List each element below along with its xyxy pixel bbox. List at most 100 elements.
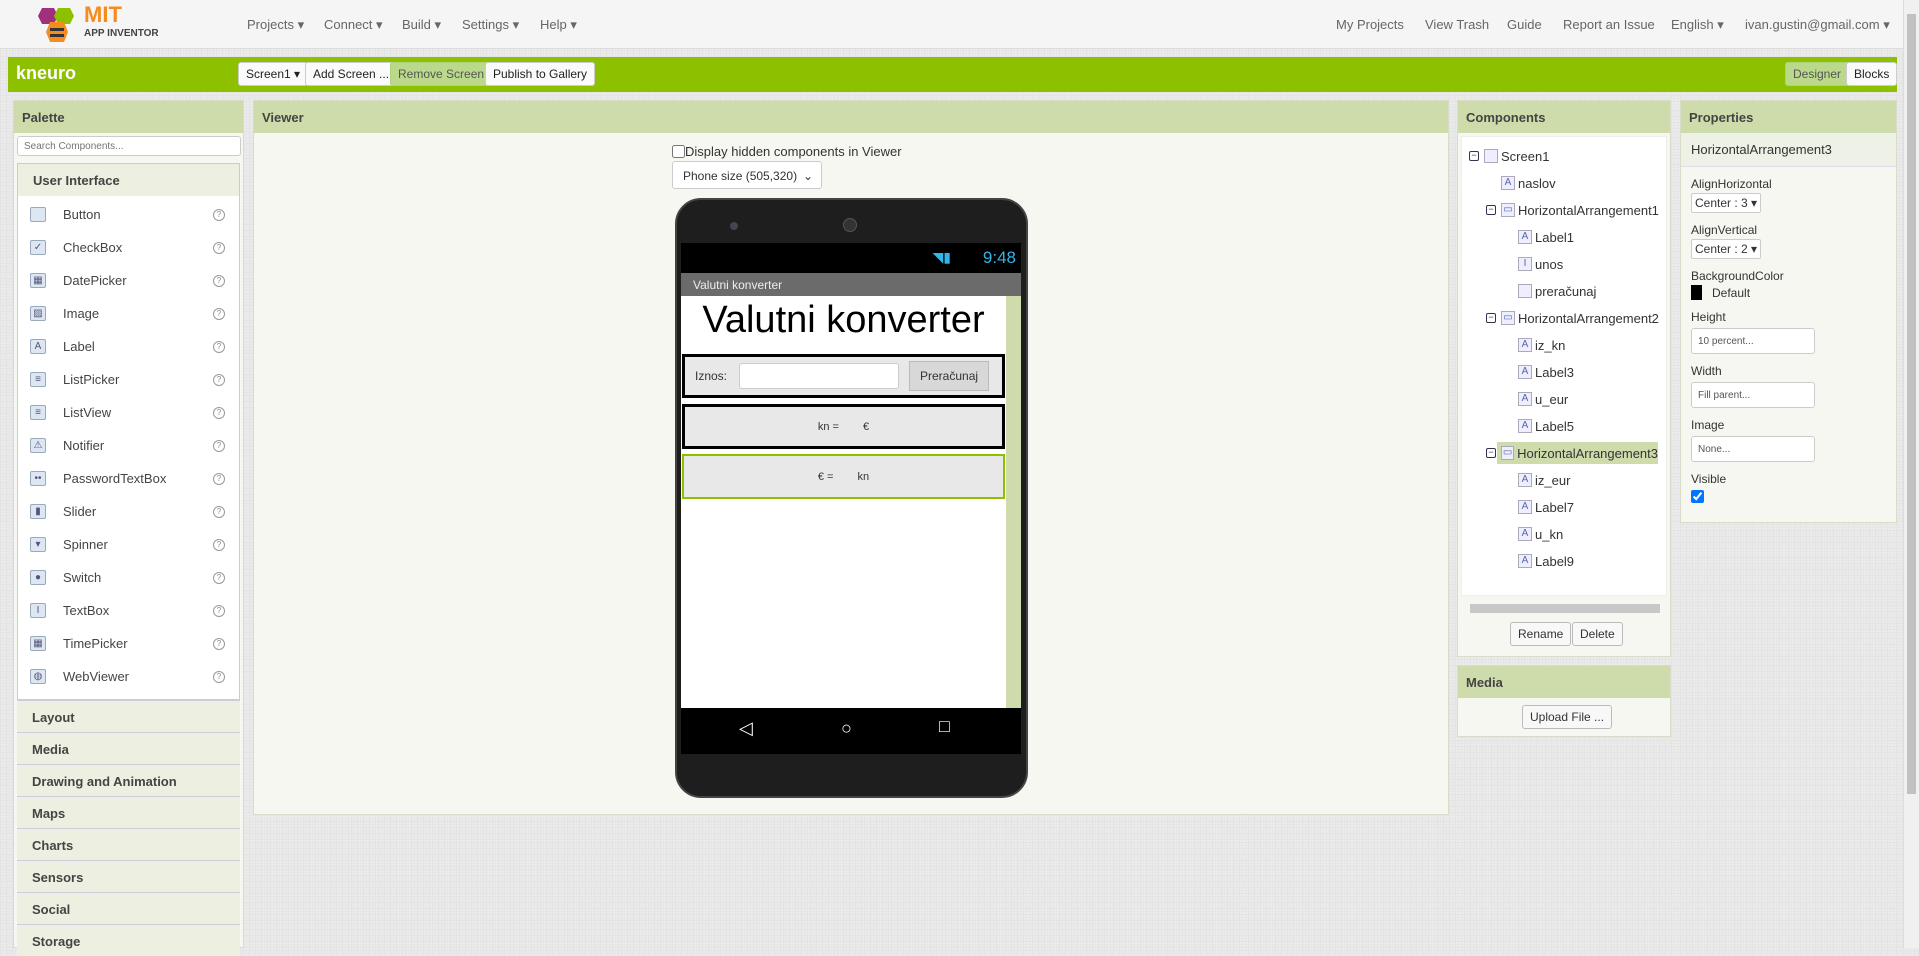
- phone-size-select[interactable]: Phone size (505,320) ⌄: [672, 161, 822, 189]
- tree-item-label3[interactable]: A Label3: [1518, 361, 1574, 383]
- palette-item-notifier[interactable]: ⚠ Notifier?: [18, 429, 239, 462]
- menu-settings[interactable]: Settings ▾: [462, 17, 519, 33]
- tree-item-u_kn[interactable]: Au_kn: [1518, 523, 1563, 545]
- help-icon[interactable]: ?: [213, 340, 225, 353]
- help-icon[interactable]: ?: [213, 307, 225, 320]
- horizontal-arrangement-3[interactable]: € = kn: [682, 454, 1005, 499]
- category-social[interactable]: Social: [17, 892, 240, 924]
- scrollbar-thumb[interactable]: [1907, 14, 1916, 794]
- category-storage[interactable]: Storage: [17, 924, 240, 956]
- remove-screen-button[interactable]: Remove Screen: [390, 62, 493, 86]
- designer-button[interactable]: Designer: [1785, 62, 1850, 86]
- rename-button[interactable]: Rename: [1510, 622, 1572, 646]
- help-icon[interactable]: ?: [213, 571, 225, 584]
- palette-item-listpicker[interactable]: ≡ ListPicker?: [18, 363, 239, 396]
- upload-file-button[interactable]: Upload File ...: [1522, 705, 1613, 729]
- image-input[interactable]: None...: [1691, 436, 1815, 462]
- palette-item-image[interactable]: ▨ Image?: [18, 297, 239, 330]
- tree-item-label7[interactable]: A Label7: [1518, 496, 1574, 518]
- tree-item-iz_kn[interactable]: Aiz_kn: [1518, 334, 1565, 356]
- home-icon[interactable]: ○: [841, 718, 852, 739]
- link-view-trash[interactable]: View Trash: [1425, 17, 1489, 32]
- delete-button[interactable]: Delete: [1572, 622, 1623, 646]
- palette-item-webviewer[interactable]: ◍ WebViewer?: [18, 660, 239, 693]
- display-hidden-checkbox[interactable]: [672, 145, 685, 158]
- unos-input[interactable]: [739, 363, 900, 389]
- tree-item-preračunaj[interactable]: preračunaj: [1518, 280, 1596, 302]
- palette-item-switch[interactable]: ● Switch?: [18, 561, 239, 594]
- palette-item-timepicker[interactable]: ▦ TimePicker?: [18, 627, 239, 660]
- palette-item-datepicker[interactable]: ▦ DatePicker?: [18, 264, 239, 297]
- category-media[interactable]: Media: [17, 732, 240, 764]
- menu-help[interactable]: Help ▾: [540, 17, 577, 33]
- help-icon[interactable]: ?: [213, 505, 225, 518]
- help-icon[interactable]: ?: [213, 241, 225, 254]
- menu-projects[interactable]: Projects ▾: [247, 17, 304, 33]
- horizontal-arrangement-2[interactable]: kn = €: [682, 404, 1005, 449]
- search-components-input[interactable]: [17, 136, 241, 156]
- palette-item-checkbox[interactable]: ✓ CheckBox?: [18, 231, 239, 264]
- category-sensors[interactable]: Sensors: [17, 860, 240, 892]
- palette-item-slider[interactable]: ▮ Slider?: [18, 495, 239, 528]
- tree-item-horizontalarrangement1[interactable]: ▭ HorizontalArrangement1: [1501, 199, 1659, 221]
- palette-item-label[interactable]: A Label?: [18, 330, 239, 363]
- publish-gallery-button[interactable]: Publish to Gallery: [485, 62, 596, 86]
- link-my-projects[interactable]: My Projects: [1336, 17, 1404, 32]
- horizontal-arrangement-1[interactable]: Iznos: Preračunaj: [682, 354, 1005, 398]
- palette-item-passwordtextbox[interactable]: •• PasswordTextBox?: [18, 462, 239, 495]
- collapse-toggle-icon[interactable]: −: [1469, 151, 1479, 161]
- align-horizontal-select[interactable]: Center : 3 ▾: [1691, 193, 1762, 213]
- help-icon[interactable]: ?: [213, 538, 225, 551]
- recents-icon[interactable]: □: [939, 716, 950, 737]
- tree-item-screen1[interactable]: Screen1: [1484, 145, 1549, 167]
- tree-item-unos[interactable]: Iunos: [1518, 253, 1563, 275]
- category-maps[interactable]: Maps: [17, 796, 240, 828]
- help-icon[interactable]: ?: [213, 604, 225, 617]
- collapse-toggle-icon[interactable]: −: [1486, 313, 1496, 323]
- link-guide[interactable]: Guide: [1507, 17, 1542, 32]
- display-hidden-toggle[interactable]: Display hidden components in Viewer: [672, 144, 902, 159]
- help-icon[interactable]: ?: [213, 406, 225, 419]
- collapse-toggle-icon[interactable]: −: [1486, 448, 1496, 458]
- screen-select[interactable]: Screen1 ▾: [238, 62, 309, 86]
- palette-item-textbox[interactable]: I TextBox?: [18, 594, 239, 627]
- tree-horizontal-scrollbar[interactable]: [1470, 604, 1660, 613]
- visible-checkbox[interactable]: [1691, 490, 1704, 503]
- help-icon[interactable]: ?: [213, 373, 225, 386]
- link-report-issue[interactable]: Report an Issue: [1563, 17, 1655, 32]
- palette-item-listview[interactable]: ≡ ListView?: [18, 396, 239, 429]
- tree-item-label5[interactable]: A Label5: [1518, 415, 1574, 437]
- help-icon[interactable]: ?: [213, 274, 225, 287]
- tree-item-u_eur[interactable]: Au_eur: [1518, 388, 1568, 410]
- collapse-toggle-icon[interactable]: −: [1486, 205, 1496, 215]
- menu-build[interactable]: Build ▾: [402, 17, 441, 33]
- preracunaj-button[interactable]: Preračunaj: [909, 361, 990, 391]
- tree-item-label1[interactable]: A Label1: [1518, 226, 1574, 248]
- help-icon[interactable]: ?: [213, 472, 225, 485]
- account-menu[interactable]: ivan.gustin@gmail.com ▾: [1745, 17, 1890, 33]
- category-user-interface[interactable]: User Interface: [18, 164, 239, 196]
- height-input[interactable]: 10 percent...: [1691, 328, 1815, 354]
- back-icon[interactable]: ◁: [739, 718, 753, 739]
- tree-item-naslov[interactable]: Anaslov: [1501, 172, 1556, 194]
- category-charts[interactable]: Charts: [17, 828, 240, 860]
- language-menu[interactable]: English ▾: [1671, 17, 1724, 33]
- tree-item-horizontalarrangement2[interactable]: ▭ HorizontalArrangement2: [1501, 307, 1659, 329]
- tree-item-horizontalarrangement3[interactable]: ▭ HorizontalArrangement3: [1497, 442, 1658, 464]
- menu-connect[interactable]: Connect ▾: [324, 17, 383, 33]
- help-icon[interactable]: ?: [213, 637, 225, 650]
- add-screen-button[interactable]: Add Screen ...: [305, 62, 398, 86]
- align-vertical-select[interactable]: Center : 2 ▾: [1691, 239, 1762, 259]
- category-layout[interactable]: Layout: [17, 700, 240, 732]
- background-color-picker[interactable]: Default: [1691, 285, 1886, 300]
- category-drawing-and-animation[interactable]: Drawing and Animation: [17, 764, 240, 796]
- help-icon[interactable]: ?: [213, 670, 225, 683]
- page-scrollbar[interactable]: [1903, 0, 1919, 948]
- mit-app-inventor-logo[interactable]: MIT APP INVENTOR: [38, 2, 168, 46]
- tree-item-iz_eur[interactable]: Aiz_eur: [1518, 469, 1570, 491]
- blocks-button[interactable]: Blocks: [1846, 62, 1898, 86]
- help-icon[interactable]: ?: [213, 439, 225, 452]
- width-input[interactable]: Fill parent...: [1691, 382, 1815, 408]
- palette-item-button[interactable]: Button?: [18, 198, 239, 231]
- tree-item-label9[interactable]: A Label9: [1518, 550, 1574, 572]
